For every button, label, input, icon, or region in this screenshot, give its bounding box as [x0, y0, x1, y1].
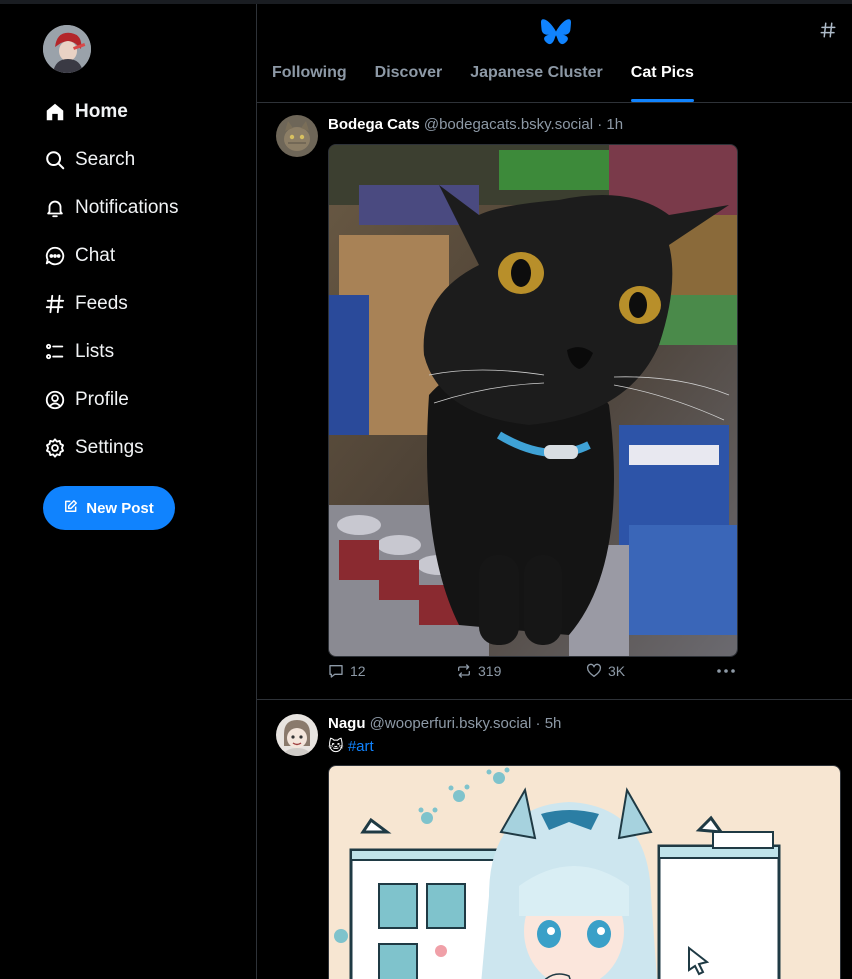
tab-discover[interactable]: Discover: [361, 64, 457, 102]
chat-icon: [43, 244, 67, 268]
nav-profile-label: Profile: [75, 389, 129, 410]
more-options-button[interactable]: [716, 663, 742, 679]
nav-search-label: Search: [75, 149, 136, 170]
gear-icon: [43, 436, 67, 460]
repost-count: 319: [478, 663, 502, 679]
nav-notifications-label: Notifications: [75, 197, 179, 218]
feed-header: Following Discover Japanese Cluster Cat …: [257, 4, 852, 103]
author-handle[interactable]: @bodegacats.bsky.social: [424, 116, 593, 133]
nav-settings-label: Settings: [75, 437, 144, 458]
hashtag-link[interactable]: #art: [348, 738, 374, 755]
nav-lists[interactable]: Lists: [43, 328, 179, 376]
repost-icon: [458, 664, 470, 678]
feed-tabs: Following Discover Japanese Cluster Cat …: [257, 64, 708, 102]
author-name[interactable]: Nagu: [328, 715, 366, 732]
author-handle[interactable]: @wooperfuri.bsky.social: [370, 715, 532, 732]
post-time[interactable]: · 1h: [597, 116, 623, 133]
butterfly-logo-icon[interactable]: [541, 18, 571, 46]
like-count: 3K: [608, 663, 626, 679]
feeds-hash-icon[interactable]: [819, 20, 837, 46]
nav-home[interactable]: Home: [43, 88, 179, 136]
nav-chat-label: Chat: [75, 245, 116, 266]
new-post-label: New Post: [86, 499, 154, 517]
post-actions: 12 319 3K: [328, 663, 748, 687]
author-name[interactable]: Bodega Cats: [328, 116, 420, 133]
home-icon: [43, 100, 67, 124]
bell-icon: [43, 196, 67, 220]
nav-home-label: Home: [75, 101, 128, 122]
nav-profile[interactable]: Profile: [43, 376, 179, 424]
heart-icon: [586, 663, 602, 677]
nav-lists-label: Lists: [75, 341, 115, 362]
cat-emoji: 🐱: [328, 738, 344, 755]
feed-post[interactable]: Nagu @wooperfuri.bsky.social · 5h 🐱 #art: [257, 700, 852, 979]
user-avatar[interactable]: [43, 25, 91, 73]
post-header: Bodega Cats @bodegacats.bsky.social · 1h: [328, 116, 623, 133]
post-text: 🐱 #art: [328, 737, 374, 755]
like-button[interactable]: 3K: [586, 663, 625, 679]
post-header: Nagu @wooperfuri.bsky.social · 5h: [328, 715, 561, 732]
post-image-black-cat[interactable]: [328, 144, 738, 657]
nav-chat[interactable]: Chat: [43, 232, 179, 280]
main-feed-column: Following Discover Japanese Cluster Cat …: [256, 4, 852, 979]
post-time[interactable]: · 5h: [536, 715, 562, 732]
profile-icon: [43, 388, 67, 412]
tab-cat-pics[interactable]: Cat Pics: [617, 64, 708, 102]
compose-icon: [64, 499, 78, 518]
repost-button[interactable]: 319: [456, 663, 501, 679]
post-image-anime-cat-girl[interactable]: [328, 765, 841, 979]
nav-notifications[interactable]: Notifications: [43, 184, 179, 232]
nav-feeds-label: Feeds: [75, 293, 128, 314]
author-avatar[interactable]: [276, 115, 318, 157]
sidebar: Home Search Notifications Chat Feeds Lis…: [0, 4, 256, 979]
tab-following[interactable]: Following: [257, 64, 361, 102]
nav-search[interactable]: Search: [43, 136, 179, 184]
nav-feeds[interactable]: Feeds: [43, 280, 179, 328]
search-icon: [43, 148, 67, 172]
hash-icon: [43, 292, 67, 316]
reply-button[interactable]: 12: [328, 663, 366, 679]
tab-japanese-cluster[interactable]: Japanese Cluster: [456, 64, 617, 102]
new-post-button[interactable]: New Post: [43, 486, 175, 530]
main-nav: Home Search Notifications Chat Feeds Lis…: [43, 88, 179, 472]
reply-count: 12: [350, 663, 366, 679]
feed-post[interactable]: Bodega Cats @bodegacats.bsky.social · 1h: [257, 103, 852, 700]
list-icon: [43, 340, 67, 364]
reply-icon: [329, 665, 343, 678]
ellipsis-icon: [717, 669, 735, 673]
nav-settings[interactable]: Settings: [43, 424, 179, 472]
author-avatar[interactable]: [276, 714, 318, 756]
